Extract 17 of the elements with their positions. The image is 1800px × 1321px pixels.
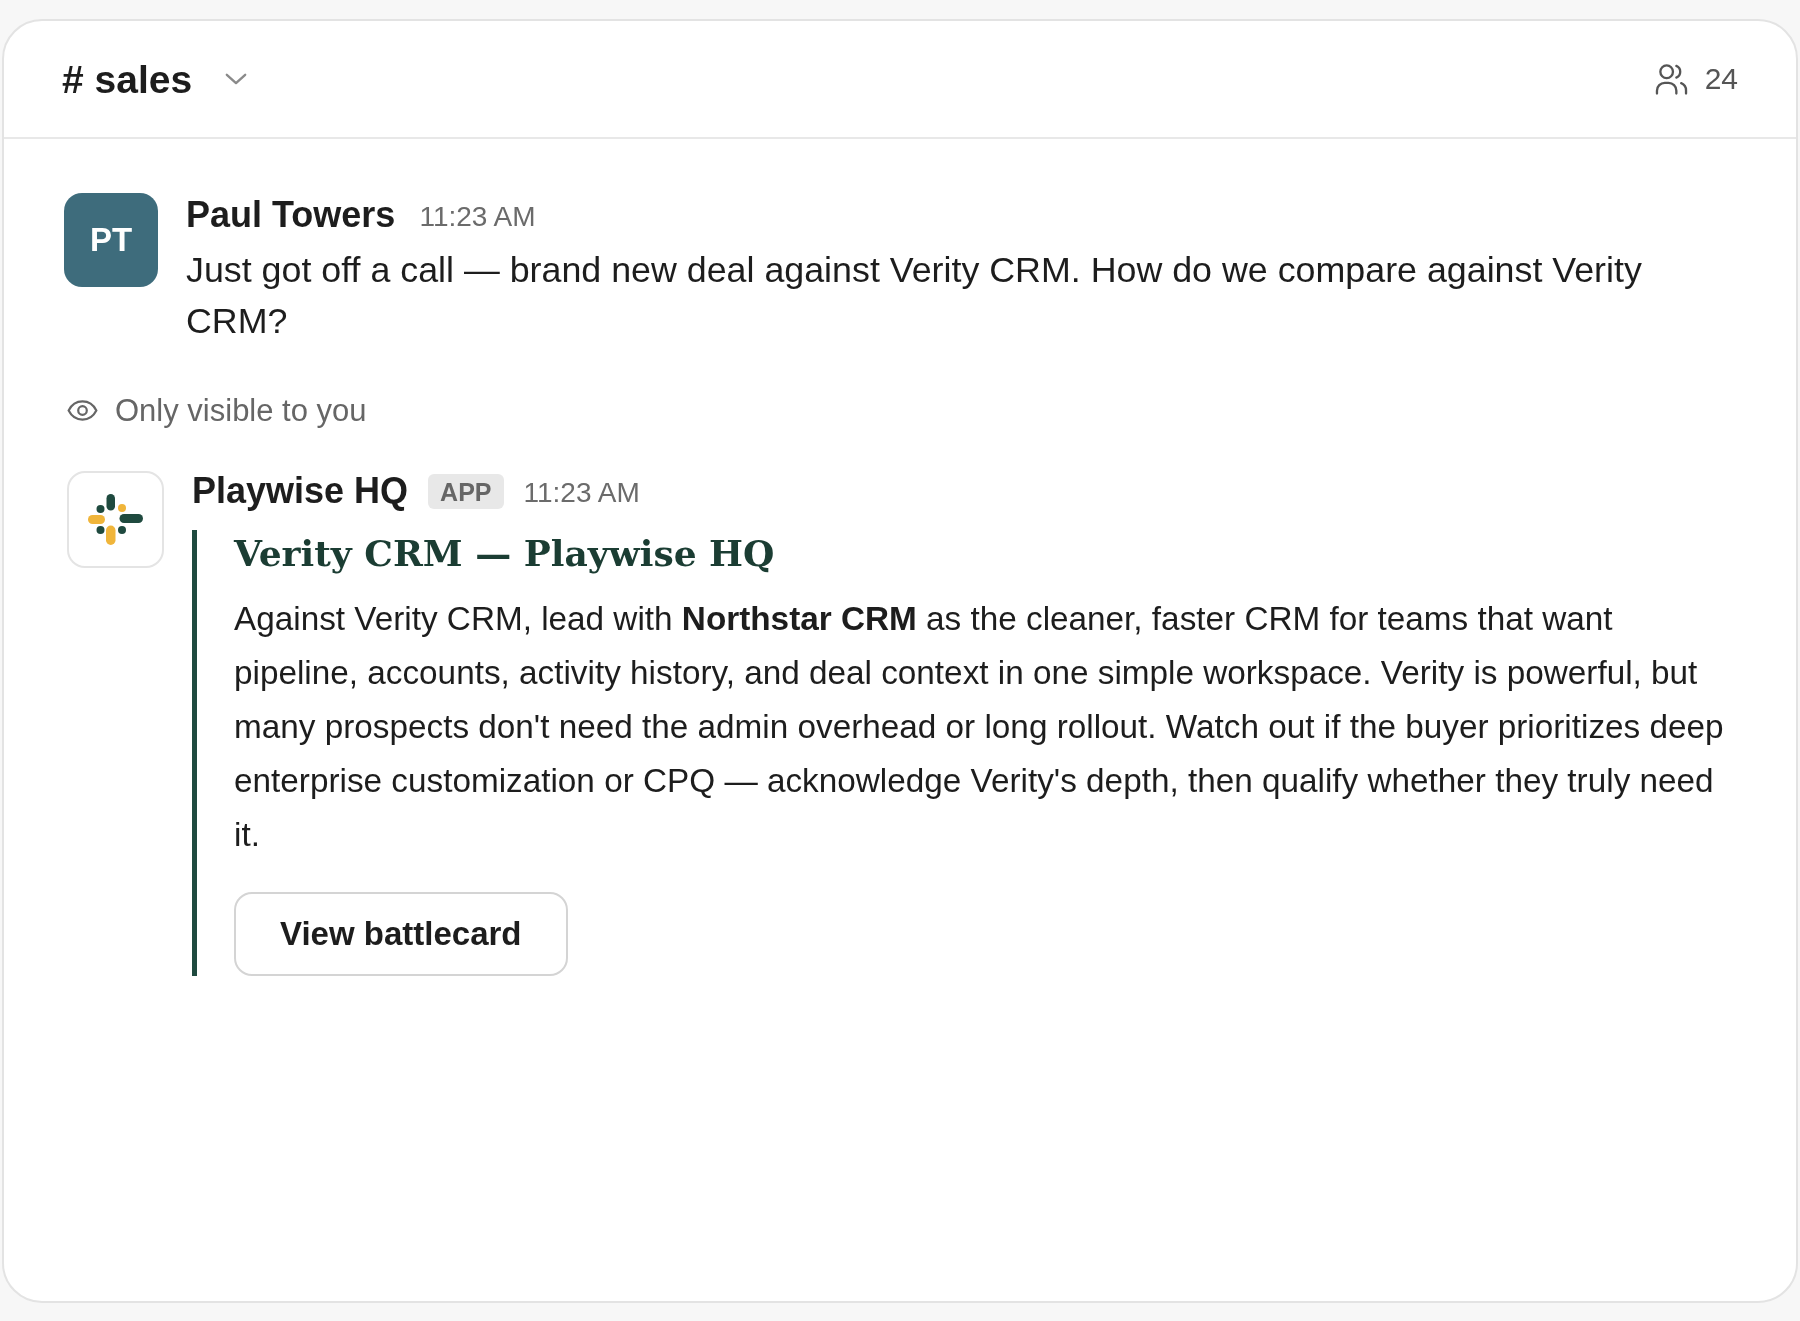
app-label: APP — [428, 473, 504, 509]
attachment-title: Verity CRM — Playwise HQ — [234, 531, 775, 576]
user-avatar: PT — [64, 193, 158, 287]
attachment-text: Against Verity CRM, lead with Northstar CRM as the cleaner, faster CRM for teams that want pipeline, accounts, activity history, and deal context in one simple workspace. Verity is powerful, but many prospects don't need the admin overhead or long rollout. Watch out if the buyer prioritizes deep enterprise customization or CPQ — acknowledge Verity's depth, then qualify whether they truly need it. — [234, 599, 1725, 855]
view-battlecard-button[interactable]: View battlecard — [234, 892, 568, 976]
author-name: Paul Towers — [186, 197, 396, 233]
message-time: 11:23 AM — [523, 476, 640, 507]
message-time: 11:23 AM — [419, 200, 536, 231]
people-icon — [1654, 63, 1688, 95]
pinwheel-logo-icon — [88, 494, 143, 545]
chevron-down-icon[interactable] — [225, 73, 248, 85]
member-count-button[interactable]: 24 — [1654, 63, 1738, 95]
visibility-notice: Only visible to you — [115, 394, 367, 426]
eye-icon — [67, 399, 98, 421]
channel-title: # sales — [62, 59, 193, 99]
app-name: Playwise HQ — [192, 473, 409, 509]
message-text: Just got off a call — brand new deal against Verity CRM. How do we compare against Verity CRM? — [186, 249, 1643, 343]
